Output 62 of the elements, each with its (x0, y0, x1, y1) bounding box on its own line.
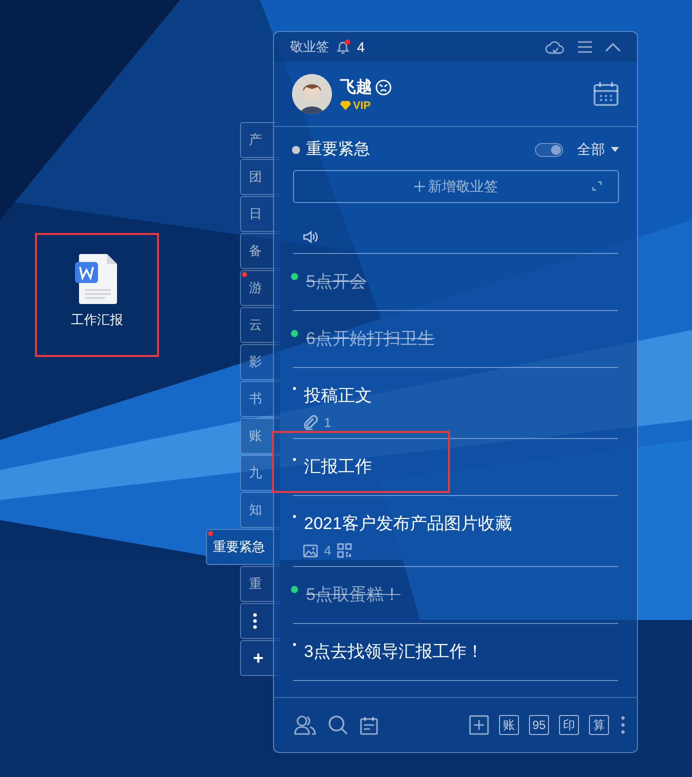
calendar-icon[interactable] (593, 81, 619, 107)
diamond-icon (340, 101, 351, 110)
angry-face-icon (375, 78, 392, 96)
note-item[interactable]: 5点开会 (293, 254, 618, 311)
chevron-up-icon[interactable] (605, 42, 621, 52)
contacts-icon[interactable] (294, 715, 316, 735)
note-item[interactable]: 投稿正文 1 (293, 368, 618, 439)
tool-key[interactable]: 印 (559, 715, 579, 735)
notification-count: 4 (357, 39, 365, 55)
note-item[interactable]: 2021客户发布产品图片收藏 4 (293, 496, 618, 567)
vip-label: VIP (353, 100, 371, 112)
note-text: 投稿正文 (304, 385, 372, 407)
note-text: 2021客户发布产品图片收藏 (304, 513, 512, 535)
note-item[interactable]: 6点开始打扫卫生 (293, 311, 618, 368)
expand-icon[interactable] (592, 181, 602, 191)
search-icon[interactable] (328, 715, 348, 735)
plus-icon (414, 181, 425, 192)
count-label: 4 (324, 543, 332, 558)
bullet-dot (291, 273, 298, 280)
note-text: 5点开会 (306, 271, 366, 293)
bullet-dot (291, 586, 298, 593)
add-key-icon[interactable] (469, 715, 489, 735)
add-note-button[interactable]: 新增敬业签 (293, 170, 619, 203)
bell-icon[interactable] (335, 39, 351, 55)
speaker-icon[interactable] (303, 230, 319, 244)
menu-icon[interactable] (577, 41, 593, 53)
desktop-icon[interactable]: 工作汇报 (35, 233, 159, 357)
document-icon (75, 253, 119, 305)
note-text: 3点去找领导汇报工作！ (304, 641, 484, 663)
avatar[interactable] (292, 74, 332, 114)
tool-key[interactable]: 95 (529, 715, 549, 735)
note-item[interactable]: 3点去找领导汇报工作！ (293, 624, 618, 681)
caret-icon[interactable] (611, 146, 619, 152)
qr-code-icon (337, 543, 352, 558)
count-label: 1 (324, 415, 332, 430)
more-icon[interactable] (621, 716, 625, 734)
unread-dot (208, 531, 213, 536)
status-dot (292, 146, 300, 154)
bullet-dot (293, 643, 296, 646)
toggle-switch[interactable] (535, 142, 563, 156)
paperclip-icon (303, 415, 318, 430)
note-item[interactable]: 5点取蛋糕！ (293, 567, 618, 624)
notepad-icon[interactable] (360, 716, 378, 734)
note-text: 6点开始打扫卫生 (306, 328, 434, 350)
more-icon (253, 613, 257, 629)
file-name: 工作汇报 (71, 311, 123, 329)
bullet-dot (293, 515, 296, 518)
image-icon (303, 544, 318, 558)
unread-dot (242, 272, 247, 277)
note-item[interactable]: 汇报工作 (293, 439, 618, 496)
cloud-icon[interactable] (545, 40, 565, 54)
category-title: 重要紧急 (306, 140, 370, 160)
app-title: 敬业签 (290, 38, 329, 56)
note-text: 5点取蛋糕！ (306, 584, 400, 606)
note-text: 汇报工作 (304, 456, 372, 478)
user-name: 飞越 (340, 78, 372, 98)
filter-dropdown[interactable]: 全部 (577, 140, 605, 158)
bullet-dot (291, 330, 298, 337)
bullet-dot (293, 387, 296, 390)
bullet-dot (293, 458, 296, 461)
tool-key[interactable]: 账 (499, 715, 519, 735)
tool-key[interactable]: 算 (589, 715, 609, 735)
